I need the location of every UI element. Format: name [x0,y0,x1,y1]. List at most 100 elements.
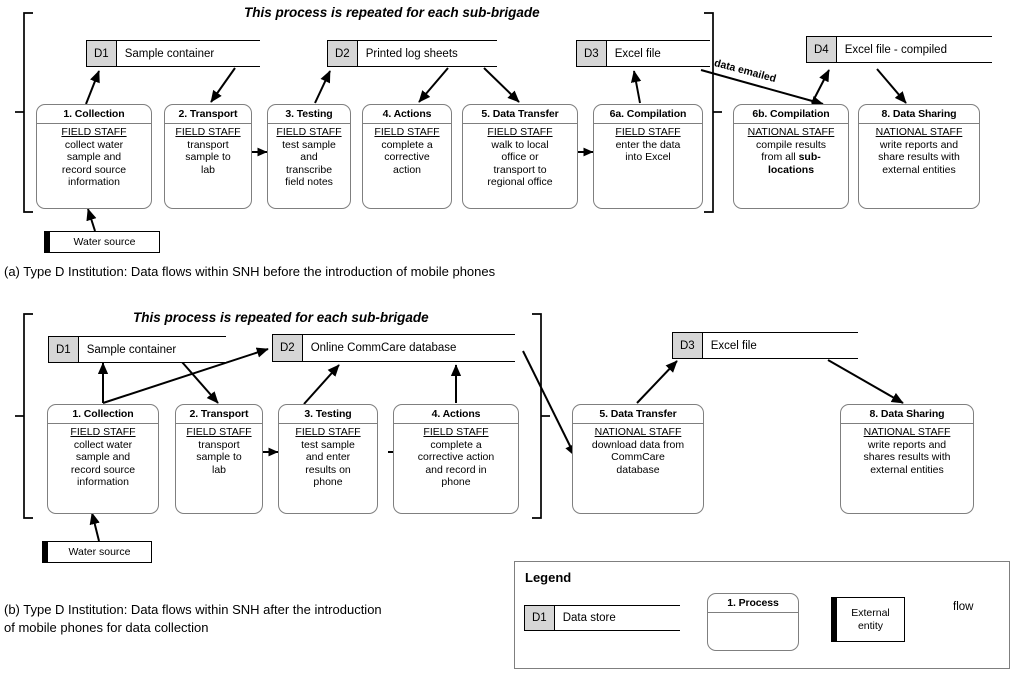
legend-flow-label: flow [953,601,974,613]
process-body: FIELD STAFF enter the data into Excel [594,124,702,164]
process-line: from all sub- [761,151,821,164]
process-line: sample and [75,451,131,464]
flow-b-d2-to-datatransfer [522,350,576,457]
process-title: 6b. Compilation [734,105,848,124]
process-line: compile results [755,138,827,151]
data-store-d4-a: D4 Excel file - compiled [806,36,992,63]
data-store-id: D2 [272,335,303,361]
flow-d1-to-transport [210,67,236,103]
repeat-note-b: This process is repeated for each sub-br… [133,310,429,325]
process-line: collect water [64,138,124,151]
process-body: NATIONAL STAFF compile results from all … [734,124,848,176]
process-title: 8. Data Sharing [859,105,979,124]
data-store-d2-b: D2 Online CommCare database [272,334,515,362]
process-line: collect water [73,438,133,451]
process-title: 8. Data Sharing [841,405,973,424]
legend-external-entity: External entity [831,594,907,642]
process-line: corrective action [417,451,495,464]
legend-process: 1. Process [707,593,799,651]
process-role: NATIONAL STAFF [594,426,682,438]
flow-testing-to-d2 [314,70,331,104]
external-entity-label-line2: entity [857,619,884,632]
process-title: 5. Data Transfer [463,105,577,124]
process-role: FIELD STAFF [61,126,127,138]
process-line: transport [198,438,240,451]
external-entity-water-source-b: Water source [42,538,154,563]
process-title: 1. Collection [48,405,158,424]
process-8-data-sharing-b: 8. Data Sharing NATIONAL STAFF write rep… [840,404,974,514]
process-1-collection-b: 1. Collection FIELD STAFF collect water … [47,404,159,514]
process-title: 3. Testing [268,105,350,124]
bracket-left-a [15,12,33,213]
process-line: walk to local [491,138,549,151]
process-role: FIELD STAFF [615,126,681,138]
process-line: information [68,176,120,189]
flow-d2-to-actions [418,67,449,103]
process-role: NATIONAL STAFF [747,126,835,138]
flow-b-watersource-to-collection [89,512,100,542]
process-body: NATIONAL STAFF write reports and share r… [859,124,979,176]
process-line: action [392,163,422,176]
process-title: 2. Transport [165,105,251,124]
process-role: NATIONAL STAFF [875,126,963,138]
process-title: 1. Collection [37,105,151,124]
process-line: write reports and [867,438,947,451]
flow-compilation6b-to-d4 [811,69,830,104]
flow-label-data-emailed: data emailed [712,57,778,86]
process-line: shares results with [863,451,951,464]
process-line: test sample [301,438,355,451]
process-line: transport [187,138,229,151]
process-body: FIELD STAFF complete a corrective action… [394,424,518,489]
process-role: FIELD STAFF [423,426,489,438]
flow-b-testing-to-d2 [303,364,340,405]
process-line: write reports and [879,138,959,151]
process-line: phone [441,476,471,489]
process-line: transcribe [285,163,333,176]
process-line: information [77,476,129,489]
data-store-d1-a: D1 Sample container [86,40,260,67]
process-line: results on [305,463,351,476]
process-body: FIELD STAFF collect water sample and rec… [48,424,158,489]
external-entity-water-source-a: Water source [44,228,162,253]
caption-b-line2: of mobile phones for data collection [4,620,209,635]
process-body: NATIONAL STAFF download data from CommCa… [573,424,703,476]
process-line: enter the data [615,138,681,151]
process-line: record source [70,463,136,476]
bracket-right-b [532,313,550,519]
process-line: CommCare [611,451,665,464]
process-5-data-transfer-b: 5. Data Transfer NATIONAL STAFF download… [572,404,704,514]
process-role: FIELD STAFF [186,426,252,438]
data-store-d3-a: D3 Excel file [576,40,710,67]
process-6a-compilation-a: 6a. Compilation FIELD STAFF enter the da… [593,104,703,209]
data-store-label: Data store [562,612,616,624]
process-4-actions-b: 4. Actions FIELD STAFF complete a correc… [393,404,519,514]
process-role: FIELD STAFF [295,426,361,438]
process-body: FIELD STAFF complete a corrective action [363,124,451,176]
data-store-id: D3 [672,333,703,358]
process-body: FIELD STAFF test sample and enter result… [279,424,377,489]
figure-canvas: This process is repeated for each sub-br… [0,0,1024,675]
process-line: regional office [487,176,553,189]
process-line: sample to [196,451,242,464]
data-store-label: Sample container [86,343,177,356]
data-store-id: D1 [86,41,117,66]
process-line: lab [211,463,226,476]
process-role: FIELD STAFF [70,426,136,438]
bracket-left-b [15,313,33,519]
process-2-transport-b: 2. Transport FIELD STAFF transport sampl… [175,404,263,514]
process-line: corrective [384,151,430,164]
data-store-label: Excel file [710,339,757,352]
flow-b-datatransfer-to-d3 [636,360,678,404]
process-line: share results with [878,151,960,164]
process-2-transport-a: 2. Transport FIELD STAFF transport sampl… [164,104,252,209]
flow-d2-to-datatransfer [483,67,520,103]
process-line: complete a [430,438,482,451]
process-line: into Excel [625,151,671,164]
data-store-label: Excel file - compiled [844,43,947,56]
legend-data-store: D1 Data store [524,605,680,631]
process-3-testing-a: 3. Testing FIELD STAFF test sample and t… [267,104,351,209]
data-store-id: D1 [524,606,555,630]
data-store-d3-b: D3 Excel file [672,332,858,359]
process-title: 4. Actions [363,105,451,124]
process-line: and record in [425,463,487,476]
